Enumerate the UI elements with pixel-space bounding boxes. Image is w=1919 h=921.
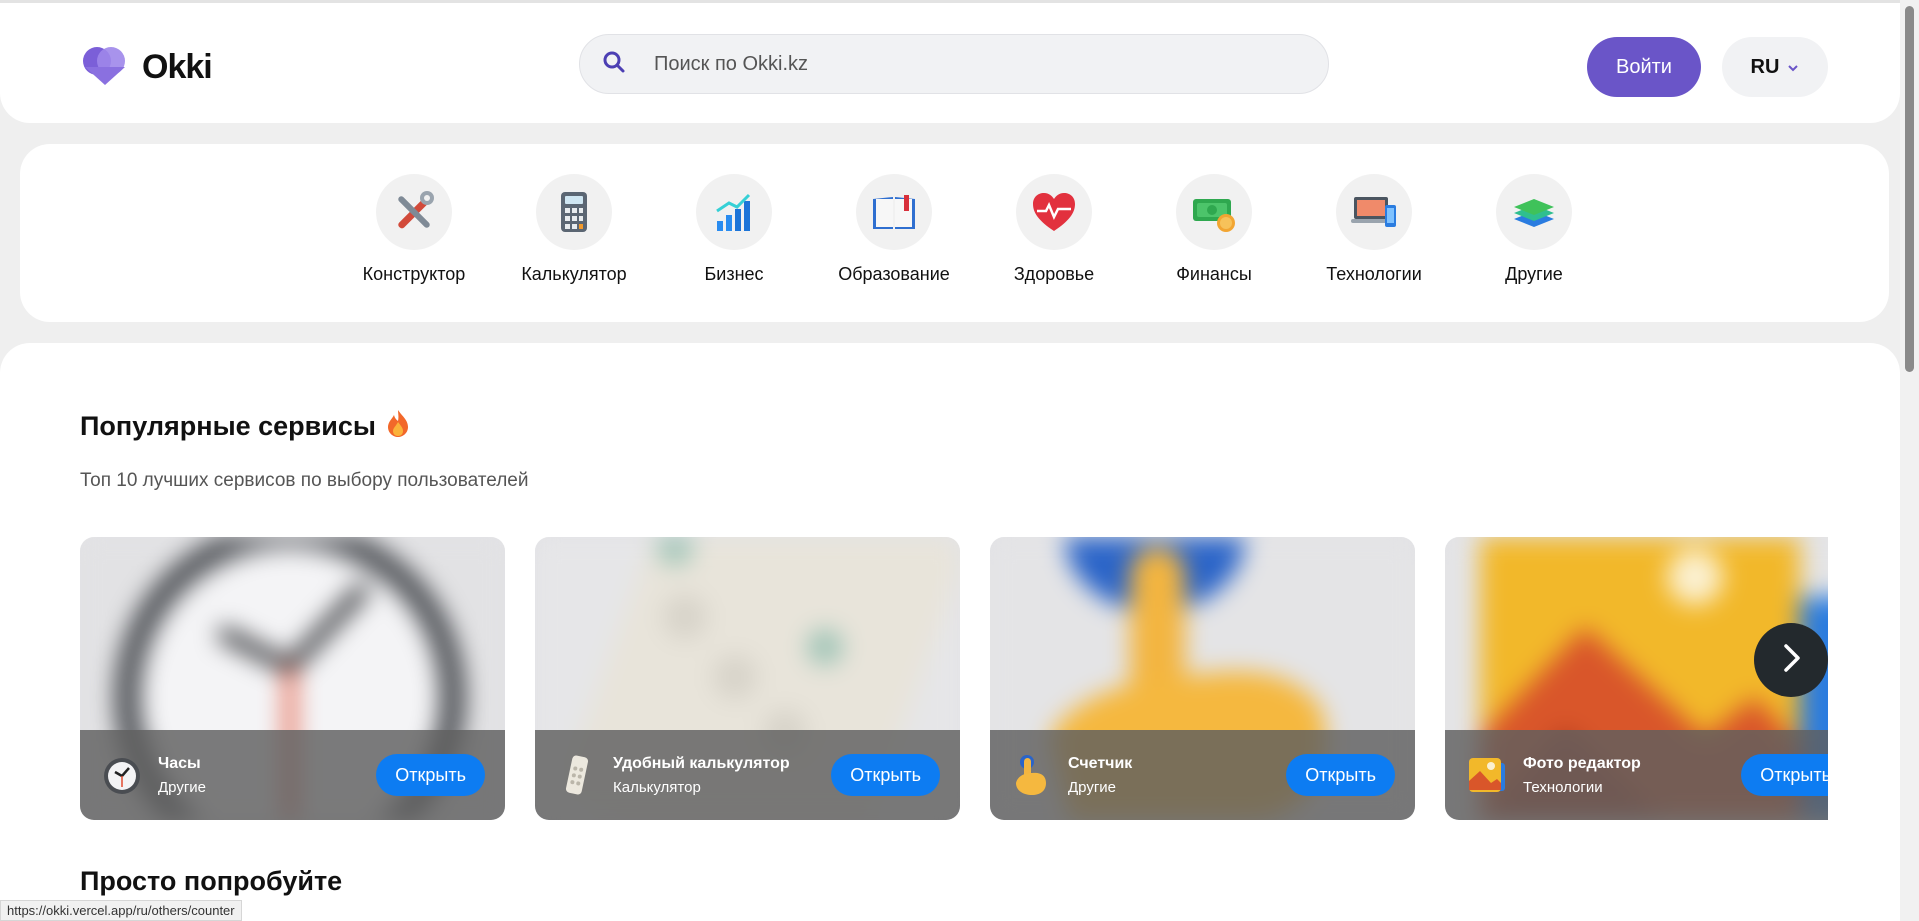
chevron-down-icon (1787, 56, 1799, 79)
scrollbar-thumb[interactable] (1905, 6, 1914, 372)
pointing-hand-icon (1010, 753, 1054, 797)
popular-section-title: Популярные сервисы (80, 408, 410, 445)
search-bar[interactable] (579, 34, 1329, 94)
site-header: Okki Войти RU (0, 3, 1900, 123)
money-icon (1176, 174, 1252, 250)
category-education[interactable]: Образование (814, 174, 974, 285)
try-section-title: Просто попробуйте (80, 866, 343, 896)
card-bar: Фото редактор Технологии Открыть (1445, 730, 1828, 820)
card-title: Фото редактор (1523, 754, 1641, 772)
card-bar: Часы Другие Открыть (80, 730, 505, 820)
main-content: Популярные сервисы Топ 10 лучших сервисо… (0, 343, 1900, 921)
category-finance[interactable]: Финансы (1134, 174, 1294, 285)
card-bar: Счетчик Другие Открыть (990, 730, 1415, 820)
service-card[interactable]: Часы Другие Открыть (80, 537, 505, 820)
card-bar: Удобный калькулятор Калькулятор Открыть (535, 730, 960, 820)
category-label: Конструктор (362, 264, 466, 284)
picture-icon (1465, 753, 1509, 797)
layers-icon (1496, 174, 1572, 250)
open-button[interactable]: Открыть (831, 754, 940, 796)
heart-pulse-icon (1016, 174, 1092, 250)
search-input[interactable] (654, 52, 1254, 76)
book-icon (856, 174, 932, 250)
category-label: Финансы (1176, 264, 1252, 284)
card-category: Калькулятор (613, 778, 701, 796)
card-title: Счетчик (1068, 754, 1133, 772)
language-label: RU (1750, 55, 1780, 78)
category-technology[interactable]: Технологии (1294, 174, 1454, 285)
category-calculator[interactable]: Калькулятор (494, 174, 654, 285)
link-status-bar: https://okki.vercel.app/ru/others/counte… (0, 900, 242, 921)
category-label: Другие (1505, 264, 1563, 284)
card-title: Удобный калькулятор (613, 754, 790, 772)
card-title: Часы (158, 754, 201, 772)
carousel-next-button[interactable] (1754, 623, 1828, 697)
tools-icon (376, 174, 452, 250)
calculator-icon (555, 753, 599, 797)
category-constructor[interactable]: Конструктор (334, 174, 494, 285)
clock-icon (100, 753, 144, 797)
bar-chart-icon (696, 174, 772, 250)
category-other[interactable]: Другие (1454, 174, 1614, 285)
open-button[interactable]: Открыть (1741, 754, 1828, 796)
category-label: Здоровье (1013, 264, 1095, 284)
logo-heart-icon (80, 45, 130, 90)
popular-subtitle: Топ 10 лучших сервисов по выбору пользов… (80, 470, 529, 491)
services-carousel: Часы Другие Открыть Удобный калькулятор … (80, 537, 1828, 820)
category-nav: Конструктор Калькулятор Бизнес Образован… (20, 144, 1889, 322)
fire-icon (386, 408, 410, 445)
category-label: Образование (838, 264, 950, 284)
language-select[interactable]: RU (1722, 37, 1828, 97)
devices-icon (1336, 174, 1412, 250)
calculator-icon (536, 174, 612, 250)
popular-title-text: Популярные сервисы (80, 411, 376, 441)
logo[interactable]: Okki (80, 45, 213, 90)
logo-text: Okki (142, 48, 213, 86)
category-label: Бизнес (704, 264, 764, 284)
service-card[interactable]: Счетчик Другие Открыть (990, 537, 1415, 820)
search-icon[interactable] (600, 48, 628, 81)
category-health[interactable]: Здоровье (974, 174, 1134, 285)
login-button[interactable]: Войти (1587, 37, 1701, 97)
open-button[interactable]: Открыть (376, 754, 485, 796)
chevron-right-icon (1776, 643, 1806, 678)
category-label: Калькулятор (521, 264, 627, 284)
category-business[interactable]: Бизнес (654, 174, 814, 285)
card-category: Другие (1068, 778, 1117, 796)
open-button[interactable]: Открыть (1286, 754, 1395, 796)
card-category: Технологии (1523, 778, 1603, 796)
category-label: Технологии (1326, 264, 1422, 284)
card-category: Другие (158, 778, 207, 796)
service-card[interactable]: Удобный калькулятор Калькулятор Открыть (535, 537, 960, 820)
